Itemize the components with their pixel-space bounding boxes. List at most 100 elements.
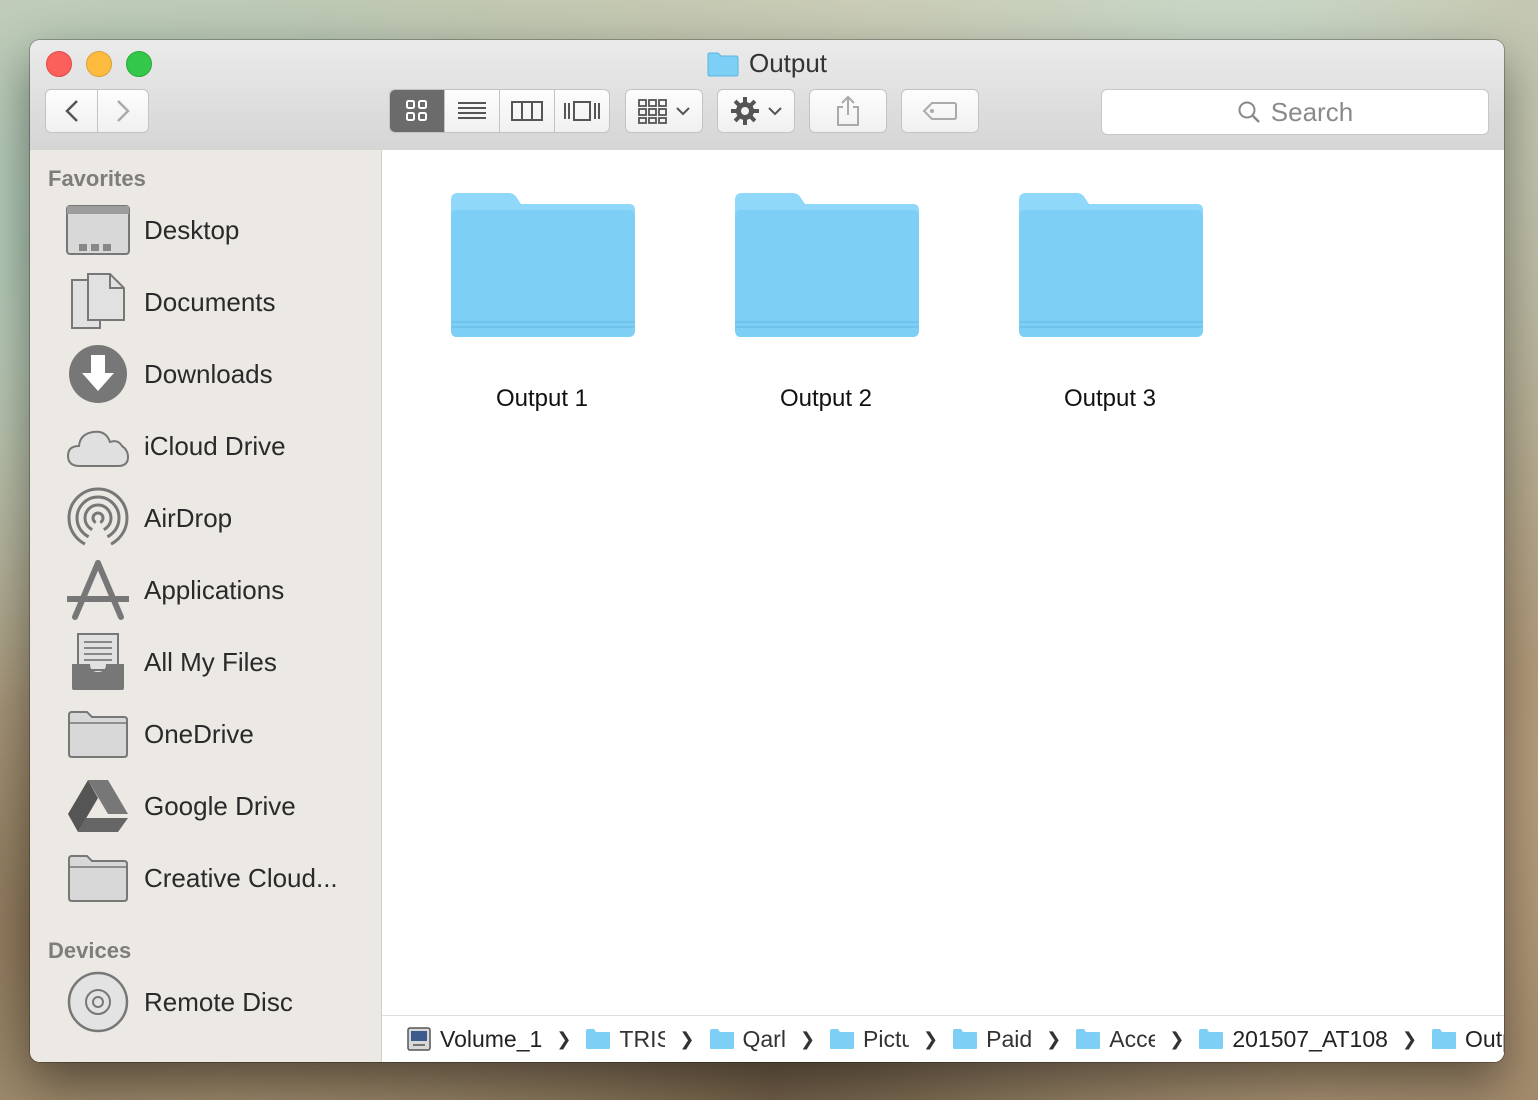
finder-window: Output Search Favorites Desktop Document…	[30, 40, 1504, 1062]
chevron-right-icon: ❯	[556, 1028, 572, 1049]
path-crumb[interactable]: Paid	[952, 1026, 1032, 1053]
folder-icon	[709, 1029, 734, 1049]
sidebar-item-icloud-drive[interactable]: iCloud Drive	[64, 414, 374, 478]
folder-icon	[451, 193, 635, 337]
toolbar: Output Search	[30, 40, 1504, 151]
back-button[interactable]	[45, 89, 98, 133]
chevron-right-icon: ❯	[799, 1028, 816, 1049]
folder-icon	[1432, 1029, 1457, 1049]
sidebar-item-label: Downloads	[144, 358, 273, 389]
path-crumb-label: Qarl	[742, 1025, 786, 1052]
desktop-icon	[66, 205, 130, 255]
path-crumb-root[interactable]: Volume_1	[406, 1026, 542, 1053]
folder-item[interactable]: Output 2	[716, 190, 936, 413]
chevron-right-icon: ❯	[923, 1028, 939, 1049]
arrange-icon	[638, 99, 667, 124]
chevron-right-icon: ❯	[1169, 1028, 1185, 1049]
search-field[interactable]: Search	[1101, 89, 1489, 135]
list-view-button[interactable]	[445, 90, 500, 132]
icon-view-button[interactable]	[390, 90, 445, 132]
path-crumb-label: 201507_AT108	[1232, 1025, 1388, 1052]
sidebar-item-label: Google Drive	[144, 790, 296, 821]
folder-icon	[830, 1029, 855, 1049]
column-view-button[interactable]	[500, 90, 555, 132]
sidebar-item-label: Desktop	[144, 214, 240, 245]
icloud-icon	[66, 430, 130, 467]
search-placeholder: Search	[1270, 96, 1354, 127]
folder-label: Output 2	[779, 385, 873, 412]
chevron-down-icon	[676, 107, 690, 116]
grid-icon	[406, 100, 427, 121]
path-crumb-label: Acce	[1109, 1025, 1156, 1052]
path-crumb[interactable]: Acce	[1075, 1026, 1155, 1053]
sidebar-item-google-drive[interactable]: Google Drive	[64, 774, 374, 838]
chevron-right-icon: ❯	[1401, 1028, 1418, 1049]
chevron-right-icon	[117, 100, 130, 122]
view-mode-control	[389, 89, 610, 133]
sidebar: Favorites Desktop Documents Downloads iC…	[30, 150, 382, 1062]
folder-icon	[68, 711, 128, 758]
hard-drive-icon	[407, 1027, 431, 1051]
sidebar-item-label: All My Files	[144, 646, 277, 677]
applications-icon	[67, 560, 129, 620]
folder-icon	[1076, 1029, 1101, 1049]
sidebar-item-creative-cloud[interactable]: Creative Cloud...	[64, 846, 374, 910]
share-button[interactable]	[809, 89, 887, 133]
sidebar-item-label: AirDrop	[144, 502, 233, 533]
path-crumb-label: Output	[1465, 1025, 1504, 1052]
google-drive-icon	[68, 780, 128, 832]
folder-item[interactable]: Output 1	[432, 190, 652, 413]
sidebar-item-label: Creative Cloud...	[144, 862, 338, 893]
sidebar-item-label: Applications	[144, 574, 285, 605]
path-crumb[interactable]: 201507_AT108	[1198, 1026, 1388, 1053]
chevron-right-icon: ❯	[679, 1028, 695, 1049]
path-crumb[interactable]: TRIS	[585, 1026, 665, 1053]
all-files-icon	[72, 633, 124, 690]
chevron-down-icon	[768, 107, 782, 116]
airdrop-icon	[67, 487, 129, 550]
documents-icon	[71, 273, 125, 329]
sidebar-item-desktop[interactable]: Desktop	[64, 198, 374, 262]
sidebar-item-downloads[interactable]: Downloads	[64, 342, 374, 406]
path-crumb-label: Volume_1	[440, 1025, 543, 1052]
sidebar-item-applications[interactable]: Applications	[64, 558, 374, 622]
path-crumb-current[interactable]: Output	[1431, 1026, 1504, 1053]
folder-icon	[1199, 1029, 1224, 1049]
folder-label: Output 1	[495, 385, 589, 412]
cover-flow-button[interactable]	[555, 90, 609, 132]
forward-button[interactable]	[97, 89, 149, 133]
folder-item[interactable]: Output 3	[1000, 190, 1220, 413]
arrange-button[interactable]	[625, 89, 703, 133]
sidebar-item-remote-disc[interactable]: Remote Disc	[64, 970, 374, 1034]
window-title-text: Output	[748, 48, 828, 78]
path-crumb[interactable]: Qarl	[709, 1026, 786, 1053]
sidebar-item-all-my-files[interactable]: All My Files	[64, 630, 374, 694]
cover-flow-icon	[564, 101, 600, 121]
search-icon	[1238, 101, 1260, 123]
folder-icon	[735, 193, 919, 337]
path-crumb[interactable]: Pictu	[829, 1026, 909, 1053]
favorites-heading: Favorites	[48, 166, 146, 191]
sidebar-item-label: OneDrive	[144, 718, 254, 749]
chevron-right-icon: ❯	[1046, 1028, 1062, 1049]
downloads-icon	[69, 345, 127, 403]
sidebar-item-label: Remote Disc	[144, 986, 293, 1017]
action-button[interactable]	[717, 89, 795, 133]
disc-icon	[67, 971, 129, 1033]
tags-button[interactable]	[901, 89, 979, 133]
folder-icon	[586, 1029, 611, 1049]
gear-icon	[731, 97, 759, 125]
path-crumb-label: Paid	[986, 1025, 1033, 1052]
chevron-left-icon	[64, 100, 78, 122]
columns-icon	[511, 101, 543, 121]
tag-icon	[922, 102, 957, 120]
sidebar-item-onedrive[interactable]: OneDrive	[64, 702, 374, 766]
sidebar-item-label: Documents	[144, 286, 276, 317]
folder-icon	[953, 1029, 978, 1049]
path-crumb-label: TRIS	[619, 1025, 666, 1052]
path-crumb-label: Pictu	[863, 1025, 910, 1052]
path-bar: Volume_1 ❯ TRIS ❯ Qarl ❯ Pictu ❯ Paid ❯ …	[382, 1015, 1504, 1062]
sidebar-item-documents[interactable]: Documents	[64, 270, 374, 334]
sidebar-item-airdrop[interactable]: AirDrop	[64, 486, 374, 550]
folder-icon	[68, 855, 128, 902]
